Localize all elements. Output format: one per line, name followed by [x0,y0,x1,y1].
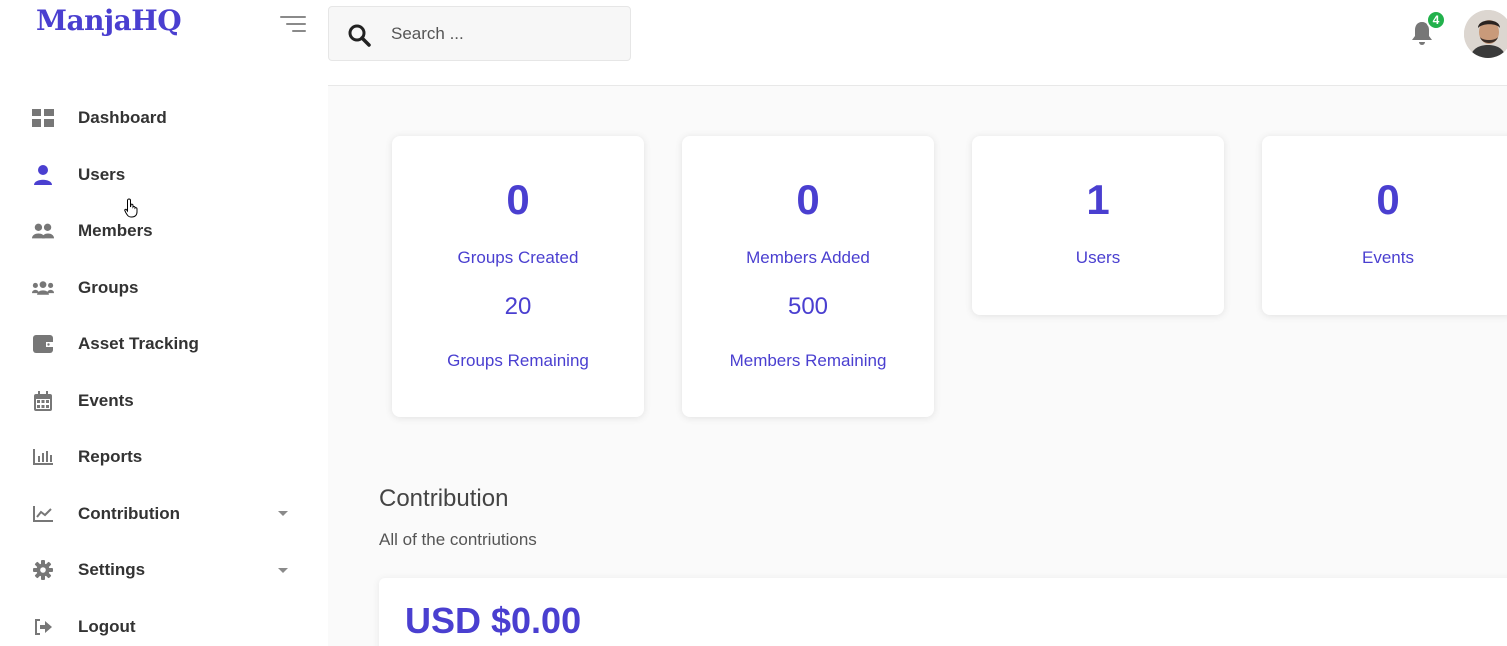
hand-cursor-icon [124,198,140,223]
sidebar-item-label: Members [78,221,153,241]
sidebar-item-label: Asset Tracking [78,334,199,354]
sidebar-item-settings[interactable]: Settings [0,542,328,599]
top-bar: 4 [328,0,1507,86]
groups-created-label: Groups Created [457,248,579,267]
sidebar-item-users[interactable]: Users [0,147,328,204]
calendar-icon [32,390,54,412]
sidebar-item-groups[interactable]: Groups [0,260,328,317]
sidebar-item-reports[interactable]: Reports [0,429,328,486]
groups-remaining-label: Groups Remaining [447,351,589,370]
members-remaining-label: Members Remaining [729,351,887,370]
contribution-subtitle: All of the contriutions [379,530,537,549]
sidebar-item-events[interactable]: Events [0,373,328,430]
contribution-title: Contribution [379,485,509,512]
sidebar-item-label: Logout [78,616,136,636]
sidebar-item-logout[interactable]: Logout [0,599,328,646]
notification-badge: 4 [1426,10,1446,30]
bar-chart-icon [32,446,54,468]
events-label: Events [1362,248,1414,267]
contribution-total: USD $0.00 [405,600,582,641]
brand-logo[interactable]: ManjaHQ [36,4,182,37]
logout-icon [32,616,54,638]
sidebar: ManjaHQ Dashboard Users Members Groups A… [0,0,328,646]
members-stat-card: 0 Members Added 500 Members Remaining [682,136,934,417]
sidebar-item-label: Contribution [78,503,180,523]
line-chart-icon [32,503,54,525]
groups-remaining-value: 20 [504,293,532,320]
sidebar-item-label: Dashboard [78,108,167,128]
groups-icon [32,277,54,299]
menu-toggle-button[interactable] [280,14,306,34]
sidebar-item-label: Events [78,390,134,410]
avatar[interactable] [1464,10,1507,58]
sidebar-item-asset-tracking[interactable]: Asset Tracking [0,316,328,373]
members-added-label: Members Added [746,248,870,267]
users-stat-card: 1 Users [972,136,1224,315]
dashboard-icon [32,107,54,129]
search-input[interactable] [391,21,611,47]
sidebar-item-label: Settings [78,560,146,580]
search-box [328,6,631,61]
search-icon[interactable] [347,23,371,52]
sidebar-item-dashboard[interactable]: Dashboard [0,90,328,147]
sidebar-item-contribution[interactable]: Contribution [0,486,328,543]
wallet-icon [32,333,54,355]
gear-icon [32,559,54,581]
user-icon [32,164,54,186]
members-icon [32,220,54,242]
sidebar-nav: Dashboard Users Members Groups Asset Tra… [0,90,328,646]
events-value: 0 [1376,176,1400,223]
sidebar-item-members[interactable]: Members [0,203,328,260]
users-value: 1 [1086,176,1110,223]
sidebar-item-label: Groups [78,277,139,297]
groups-stat-card: 0 Groups Created 20 Groups Remaining [392,136,644,417]
events-stat-card: 0 Events [1262,136,1507,315]
chevron-down-icon[interactable] [278,511,288,517]
members-added-value: 0 [796,176,820,223]
members-remaining-value: 500 [787,293,829,320]
sidebar-item-label: Users [78,164,126,184]
contribution-total-card: USD $0.00 [379,578,1507,646]
groups-created-value: 0 [506,176,530,223]
sidebar-item-label: Reports [78,447,143,467]
users-label: Users [1075,248,1121,267]
chevron-down-icon[interactable] [278,567,288,573]
